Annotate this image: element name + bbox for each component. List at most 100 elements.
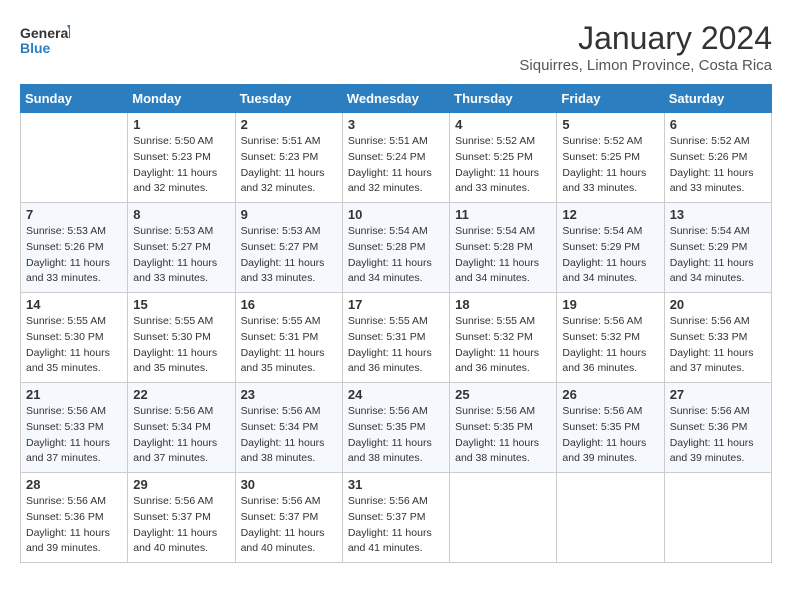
day-number: 23 [241, 387, 337, 402]
day-info: Sunrise: 5:54 AMSunset: 5:29 PMDaylight:… [562, 224, 658, 287]
week-row-2: 7 Sunrise: 5:53 AMSunset: 5:26 PMDaylight… [21, 203, 772, 293]
day-info: Sunrise: 5:56 AMSunset: 5:35 PMDaylight:… [455, 404, 551, 467]
day-info: Sunrise: 5:56 AMSunset: 5:34 PMDaylight:… [241, 404, 337, 467]
day-number: 31 [348, 477, 444, 492]
calendar-cell [557, 473, 664, 563]
day-info: Sunrise: 5:56 AMSunset: 5:35 PMDaylight:… [562, 404, 658, 467]
day-info: Sunrise: 5:53 AMSunset: 5:27 PMDaylight:… [133, 224, 229, 287]
calendar-cell: 9 Sunrise: 5:53 AMSunset: 5:27 PMDaylight… [235, 203, 342, 293]
day-info: Sunrise: 5:56 AMSunset: 5:33 PMDaylight:… [26, 404, 122, 467]
col-sunday: Sunday [21, 85, 128, 113]
day-number: 29 [133, 477, 229, 492]
calendar-cell [450, 473, 557, 563]
day-info: Sunrise: 5:56 AMSunset: 5:32 PMDaylight:… [562, 314, 658, 377]
month-title: January 2024 [519, 20, 772, 57]
day-number: 25 [455, 387, 551, 402]
day-number: 22 [133, 387, 229, 402]
svg-text:General: General [20, 25, 70, 41]
location: Siquirres, Limon Province, Costa Rica [519, 57, 772, 74]
calendar-cell: 8 Sunrise: 5:53 AMSunset: 5:27 PMDaylight… [128, 203, 235, 293]
calendar-table: Sunday Monday Tuesday Wednesday Thursday… [20, 84, 772, 563]
calendar-cell: 22 Sunrise: 5:56 AMSunset: 5:34 PMDayligh… [128, 383, 235, 473]
col-saturday: Saturday [664, 85, 771, 113]
day-number: 12 [562, 207, 658, 222]
calendar-cell: 10Sunrise: 5:54 AMSunset: 5:28 PMDayligh… [342, 203, 449, 293]
day-number: 28 [26, 477, 122, 492]
logo-svg: General Blue [20, 20, 70, 60]
calendar-cell: 11Sunrise: 5:54 AMSunset: 5:28 PMDayligh… [450, 203, 557, 293]
day-info: Sunrise: 5:51 AMSunset: 5:24 PMDaylight:… [348, 134, 444, 197]
calendar-cell: 30 Sunrise: 5:56 AMSunset: 5:37 PMDayligh… [235, 473, 342, 563]
day-number: 13 [670, 207, 766, 222]
day-info: Sunrise: 5:56 AMSunset: 5:36 PMDaylight:… [26, 494, 122, 557]
calendar-cell: 15Sunrise: 5:55 AMSunset: 5:30 PMDayligh… [128, 293, 235, 383]
day-number: 24 [348, 387, 444, 402]
calendar-cell: 7 Sunrise: 5:53 AMSunset: 5:26 PMDaylight… [21, 203, 128, 293]
day-info: Sunrise: 5:56 AMSunset: 5:37 PMDaylight:… [348, 494, 444, 557]
day-info: Sunrise: 5:56 AMSunset: 5:37 PMDaylight:… [241, 494, 337, 557]
day-info: Sunrise: 5:52 AMSunset: 5:25 PMDaylight:… [455, 134, 551, 197]
calendar-cell: 31 Sunrise: 5:56 AMSunset: 5:37 PMDayligh… [342, 473, 449, 563]
day-number: 5 [562, 117, 658, 132]
calendar-cell: 24 Sunrise: 5:56 AMSunset: 5:35 PMDayligh… [342, 383, 449, 473]
day-info: Sunrise: 5:53 AMSunset: 5:27 PMDaylight:… [241, 224, 337, 287]
day-number: 17 [348, 297, 444, 312]
calendar-cell: 12 Sunrise: 5:54 AMSunset: 5:29 PMDayligh… [557, 203, 664, 293]
day-number: 7 [26, 207, 122, 222]
day-info: Sunrise: 5:56 AMSunset: 5:36 PMDaylight:… [670, 404, 766, 467]
day-info: Sunrise: 5:52 AMSunset: 5:26 PMDaylight:… [670, 134, 766, 197]
day-info: Sunrise: 5:53 AMSunset: 5:26 PMDaylight:… [26, 224, 122, 287]
col-friday: Friday [557, 85, 664, 113]
calendar-cell: 16 Sunrise: 5:55 AMSunset: 5:31 PMDayligh… [235, 293, 342, 383]
calendar-cell: 4 Sunrise: 5:52 AMSunset: 5:25 PMDaylight… [450, 113, 557, 203]
calendar-cell [21, 113, 128, 203]
col-wednesday: Wednesday [342, 85, 449, 113]
day-number: 20 [670, 297, 766, 312]
calendar-cell: 26 Sunrise: 5:56 AMSunset: 5:35 PMDayligh… [557, 383, 664, 473]
day-number: 9 [241, 207, 337, 222]
day-number: 3 [348, 117, 444, 132]
calendar-cell: 20 Sunrise: 5:56 AMSunset: 5:33 PMDayligh… [664, 293, 771, 383]
calendar-cell: 17Sunrise: 5:55 AMSunset: 5:31 PMDayligh… [342, 293, 449, 383]
day-info: Sunrise: 5:51 AMSunset: 5:23 PMDaylight:… [241, 134, 337, 197]
day-info: Sunrise: 5:56 AMSunset: 5:35 PMDaylight:… [348, 404, 444, 467]
day-info: Sunrise: 5:56 AMSunset: 5:37 PMDaylight:… [133, 494, 229, 557]
day-info: Sunrise: 5:56 AMSunset: 5:34 PMDaylight:… [133, 404, 229, 467]
day-info: Sunrise: 5:55 AMSunset: 5:32 PMDaylight:… [455, 314, 551, 377]
day-number: 6 [670, 117, 766, 132]
day-number: 14 [26, 297, 122, 312]
calendar-cell: 3 Sunrise: 5:51 AMSunset: 5:24 PMDaylight… [342, 113, 449, 203]
week-row-4: 21 Sunrise: 5:56 AMSunset: 5:33 PMDayligh… [21, 383, 772, 473]
day-info: Sunrise: 5:54 AMSunset: 5:29 PMDaylight:… [670, 224, 766, 287]
calendar-cell: 19 Sunrise: 5:56 AMSunset: 5:32 PMDayligh… [557, 293, 664, 383]
col-tuesday: Tuesday [235, 85, 342, 113]
calendar-cell: 13 Sunrise: 5:54 AMSunset: 5:29 PMDayligh… [664, 203, 771, 293]
day-number: 19 [562, 297, 658, 312]
col-thursday: Thursday [450, 85, 557, 113]
day-number: 2 [241, 117, 337, 132]
calendar-cell [664, 473, 771, 563]
calendar-cell: 21 Sunrise: 5:56 AMSunset: 5:33 PMDayligh… [21, 383, 128, 473]
day-info: Sunrise: 5:52 AMSunset: 5:25 PMDaylight:… [562, 134, 658, 197]
header-row: Sunday Monday Tuesday Wednesday Thursday… [21, 85, 772, 113]
day-number: 8 [133, 207, 229, 222]
day-number: 4 [455, 117, 551, 132]
col-monday: Monday [128, 85, 235, 113]
day-number: 1 [133, 117, 229, 132]
page-header: General Blue January 2024 Siquirres, Lim… [20, 20, 772, 74]
calendar-cell: 18 Sunrise: 5:55 AMSunset: 5:32 PMDayligh… [450, 293, 557, 383]
logo: General Blue [20, 20, 70, 60]
day-number: 16 [241, 297, 337, 312]
calendar-cell: 23 Sunrise: 5:56 AMSunset: 5:34 PMDayligh… [235, 383, 342, 473]
calendar-cell: 2 Sunrise: 5:51 AMSunset: 5:23 PMDaylight… [235, 113, 342, 203]
day-number: 18 [455, 297, 551, 312]
week-row-3: 14Sunrise: 5:55 AMSunset: 5:30 PMDayligh… [21, 293, 772, 383]
week-row-5: 28 Sunrise: 5:56 AMSunset: 5:36 PMDayligh… [21, 473, 772, 563]
day-info: Sunrise: 5:56 AMSunset: 5:33 PMDaylight:… [670, 314, 766, 377]
week-row-1: 1Sunrise: 5:50 AMSunset: 5:23 PMDaylight… [21, 113, 772, 203]
day-info: Sunrise: 5:55 AMSunset: 5:31 PMDaylight:… [241, 314, 337, 377]
day-number: 30 [241, 477, 337, 492]
calendar-cell: 6 Sunrise: 5:52 AMSunset: 5:26 PMDaylight… [664, 113, 771, 203]
day-number: 26 [562, 387, 658, 402]
day-number: 21 [26, 387, 122, 402]
